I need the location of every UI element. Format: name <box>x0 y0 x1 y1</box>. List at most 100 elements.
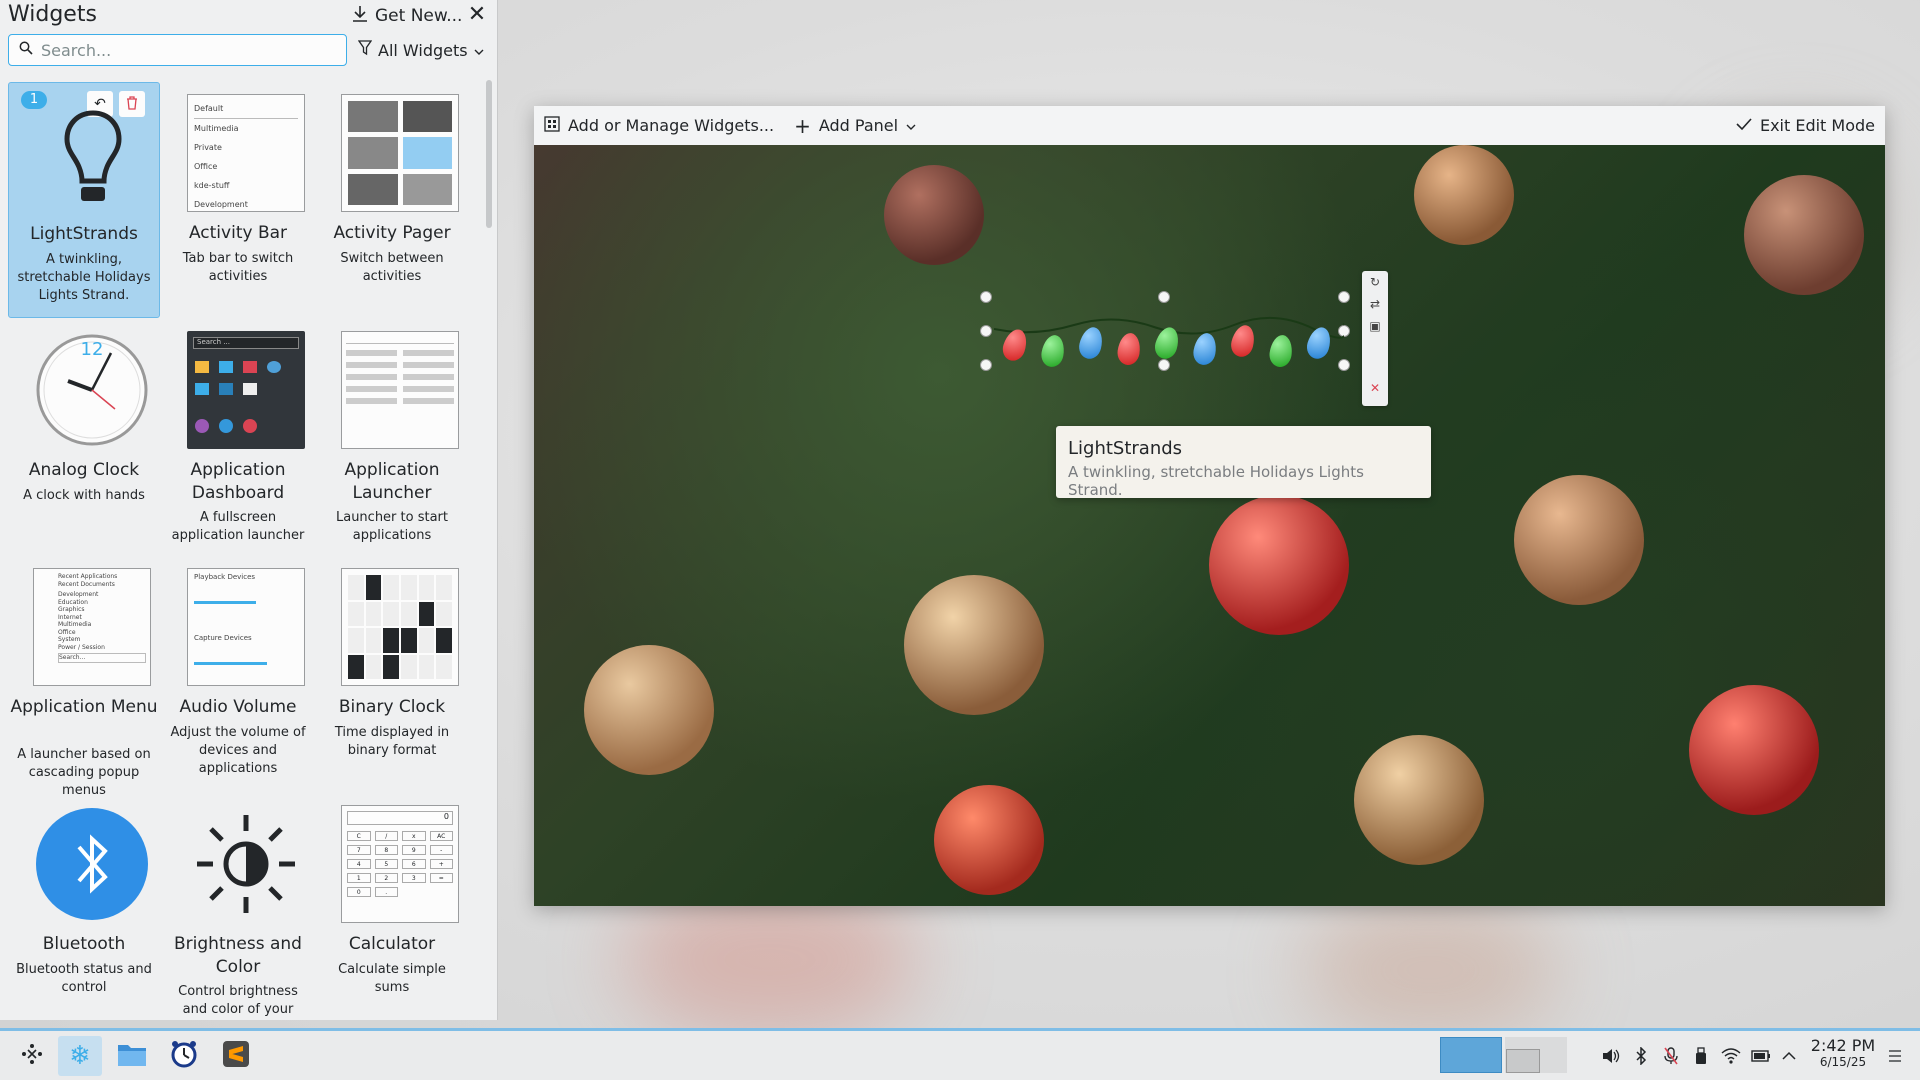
filter-dropdown[interactable]: All Widgets <box>357 38 484 62</box>
ornament <box>1209 495 1349 635</box>
widget-desc: A fullscreen application launcher <box>171 510 305 543</box>
preview-menu-item: Development <box>194 200 248 209</box>
remove-icon[interactable]: ✕ <box>1362 377 1388 399</box>
widget-card-activity-bar[interactable]: Default Multimedia Private Office kde-st… <box>162 82 314 318</box>
widget-card-bluetooth[interactable]: Bluetooth Bluetooth status and control <box>8 793 160 1020</box>
add-panel-button[interactable]: + Add Panel <box>784 111 926 141</box>
activity-pager-preview <box>341 94 459 212</box>
widget-card-application-dashboard[interactable]: Search ... Application Dashboard A fulls… <box>162 319 314 555</box>
widget-name: Activity Pager <box>333 223 451 243</box>
show-desktop-icon[interactable] <box>1884 1045 1906 1067</box>
resize-handle[interactable] <box>1158 291 1170 303</box>
widget-card-binary-clock[interactable]: Binary Clock Time displayed in binary fo… <box>316 556 468 792</box>
clock-date: 6/15/25 <box>1819 1055 1867 1069</box>
binary-clock-preview <box>341 568 459 686</box>
preview-menu-item: Graphics <box>58 606 85 613</box>
chevron-up-icon[interactable] <box>1778 1045 1800 1067</box>
calculator-key: 5 <box>374 859 398 869</box>
widget-desc: Tab bar to switch activities <box>182 251 294 284</box>
preview-menu-item: Office <box>58 628 76 636</box>
widget-desc: Switch between activities <box>340 251 444 284</box>
check-icon <box>1736 116 1752 135</box>
widget-card-audio-volume[interactable]: Playback Devices Capture Devices Audio V… <box>162 556 314 792</box>
download-icon <box>352 5 368 28</box>
dashboard-preview: Search ... <box>187 331 305 449</box>
resize-handle[interactable] <box>980 291 992 303</box>
widget-desc: A launcher based on cascading popup menu… <box>17 747 151 798</box>
explorer-scrollbar[interactable] <box>486 80 492 228</box>
usb-device-icon[interactable] <box>1690 1045 1712 1067</box>
ornament <box>884 165 984 265</box>
get-new-button[interactable]: Get New... <box>352 4 462 28</box>
volume-icon[interactable] <box>1600 1045 1622 1067</box>
preview-menu-item: Multimedia <box>194 124 239 133</box>
launcher-button[interactable] <box>10 1036 54 1076</box>
preview-menu-item: Office <box>194 162 218 171</box>
wifi-icon[interactable] <box>1720 1045 1742 1067</box>
widget-card-brightness[interactable]: Brightness and Color Control brightness … <box>162 793 314 1020</box>
widget-name: Brightness and Color <box>174 934 302 977</box>
widget-desc: Launcher to start applications <box>335 510 448 543</box>
widget-name: Bluetooth <box>42 934 126 954</box>
bluetooth-tray-icon[interactable] <box>1630 1045 1652 1067</box>
ornament <box>904 575 1044 715</box>
folder-icon <box>117 1041 147 1071</box>
widget-card-application-menu[interactable]: Recent Applications Recent Documents Dev… <box>8 556 160 798</box>
clock-twelve: 12 <box>80 339 104 360</box>
widget-card-lightstrands[interactable]: 1 ↶ LightStrands A twinkling, stretchabl… <box>8 82 160 318</box>
widget-desc: A twinkling, stretchable Holidays Lights… <box>17 252 151 303</box>
widget-name: Application Launcher <box>344 460 440 503</box>
search-field[interactable] <box>8 34 347 66</box>
widget-desc: Adjust the volume of devices and applica… <box>170 725 306 776</box>
widget-name: Calculator <box>348 934 436 954</box>
ornament <box>1689 685 1819 815</box>
pager-desktop-2[interactable] <box>1505 1037 1567 1073</box>
preview-menu-item: Education <box>58 598 88 606</box>
plus-icon: + <box>794 113 811 138</box>
add-widgets-button[interactable]: Add or Manage Widgets... <box>534 111 784 141</box>
widget-card-application-launcher[interactable]: Application Launcher Launcher to start a… <box>316 319 468 555</box>
task-snowflake-app[interactable]: ❄ <box>58 1036 102 1076</box>
pager-desktop-1[interactable] <box>1440 1037 1502 1073</box>
resize-handle[interactable] <box>980 359 992 371</box>
exit-edit-mode-button[interactable]: Exit Edit Mode <box>1726 111 1885 141</box>
close-icon[interactable]: ✕ <box>466 4 488 26</box>
configure-icon[interactable]: ⇄ <box>1362 293 1388 315</box>
calculator-key: AC <box>429 831 453 841</box>
rotate-icon[interactable]: ↻ <box>1362 271 1388 293</box>
task-dolphin[interactable] <box>110 1036 154 1076</box>
resize-handle[interactable] <box>1338 291 1350 303</box>
widget-desc: Control brightness and color of your <box>178 984 298 1017</box>
widget-card-calculator[interactable]: 0 C / x AC 7 8 9- 4 5 6 +1 2 3 = 0. Calculator Calcula… <box>316 793 468 1020</box>
task-alarm-clock[interactable] <box>162 1036 206 1076</box>
app-menu-preview: Recent Applications Recent Documents Dev… <box>33 568 151 686</box>
calculator-key: . <box>374 887 398 897</box>
digital-clock[interactable]: 2:42 PM 6/15/25 <box>1804 1037 1882 1070</box>
preview-menu-item: Default <box>194 99 298 119</box>
maximize-icon[interactable]: ▣ <box>1362 315 1388 337</box>
widget-name: Activity Bar <box>188 223 288 243</box>
preview-menu-item: System <box>58 636 81 643</box>
calculator-key: / <box>374 831 398 841</box>
preview-menu-item: Search... <box>58 653 146 663</box>
widget-tooltip: LightStrands A twinkling, stretchable Ho… <box>1056 426 1431 499</box>
tooltip-description: A twinkling, stretchable Holidays Lights… <box>1068 463 1364 499</box>
task-sublime-text[interactable] <box>214 1036 258 1076</box>
widget-card-activity-pager[interactable]: Activity Pager Switch between activities <box>316 82 468 318</box>
calculator-key: C <box>347 831 371 841</box>
widget-card-analog-clock[interactable]: 12 Analog Clock A clock with hands <box>8 319 160 555</box>
lightstrands-widget[interactable] <box>980 291 1350 385</box>
calculator-key: 3 <box>402 873 426 883</box>
calculator-key: = <box>429 873 453 883</box>
widget-desc: Time displayed in binary format <box>334 725 450 758</box>
search-input[interactable] <box>41 40 331 60</box>
filter-icon <box>357 40 373 60</box>
preview-section: Playback Devices <box>194 573 256 581</box>
microphone-muted-icon[interactable] <box>1660 1045 1682 1067</box>
resize-handle[interactable] <box>980 325 992 337</box>
add-panel-label: Add Panel <box>818 116 899 135</box>
launcher-icon <box>20 1042 44 1070</box>
activity-bar-preview: Default Multimedia Private Office kde-st… <box>187 94 305 212</box>
taskbar: ❄ 2:42 PM 6/15/25 <box>0 1028 1920 1080</box>
battery-icon[interactable] <box>1750 1045 1772 1067</box>
